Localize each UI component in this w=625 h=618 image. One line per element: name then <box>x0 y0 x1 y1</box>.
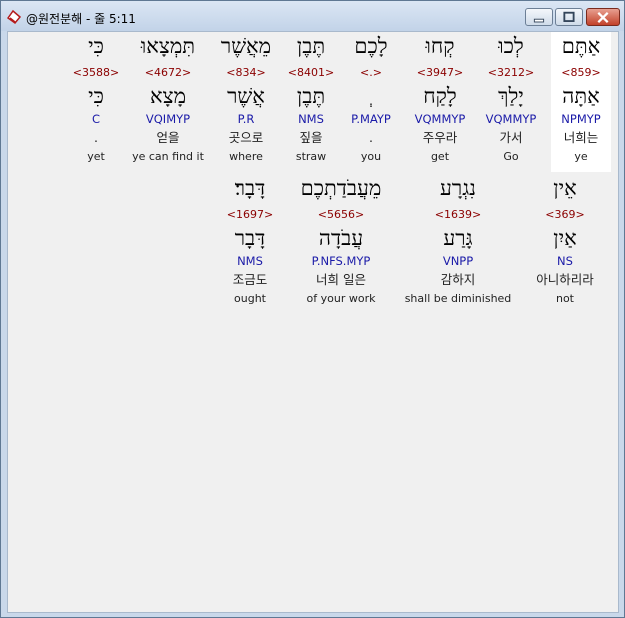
strong-number: <859> <box>561 66 601 79</box>
lemma: לָקַח <box>423 84 457 108</box>
korean-gloss: 감하지 <box>440 272 476 287</box>
strong-number: <834> <box>226 66 266 79</box>
parsing-code: C <box>91 112 101 126</box>
hebrew-word: כִּי <box>88 34 104 58</box>
title-bar[interactable]: @원전분해 - 줄 5:11 <box>1 1 624 31</box>
word-block[interactable]: מֵאֲשֶׁר <834> אֲשֶׁר P.R 곳으로 where <box>214 32 278 172</box>
korean-gloss: 아니하리라 <box>536 272 594 287</box>
parsing-code: P.NFS.MYP <box>311 254 371 268</box>
korean-gloss: 곳으로 <box>228 130 264 145</box>
word-block[interactable]: אֵין <369> אַיִן NS 아니하리라 not <box>520 174 610 314</box>
english-gloss: Go <box>503 150 519 163</box>
parsing-code: NS <box>557 254 573 268</box>
english-gloss: ye <box>574 150 588 163</box>
word-block[interactable]: תִּמְצָאוּ <4672> מָצָא VQIMYP 얻을 ye can… <box>128 32 208 172</box>
korean-gloss: 조금도 <box>232 272 268 287</box>
parsing-code: NMS <box>298 112 324 126</box>
english-gloss: ought <box>234 292 266 305</box>
word-block[interactable]: קְחוּ <3947> לָקַח VQMMYP 주우라 get <box>405 32 475 172</box>
parsing-code: VQMMYP <box>485 112 537 126</box>
korean-gloss: 짚을 <box>299 130 323 145</box>
hebrew-word: לְכוּ <box>498 34 524 58</box>
korean-gloss: 얻을 <box>156 130 180 145</box>
hebrew-word: מֵעֲבֹדַתְכֶם <box>300 176 382 200</box>
strong-number: <5656> <box>317 208 365 221</box>
lemma: גָּרַע <box>443 226 473 250</box>
korean-gloss: 너희는 <box>563 130 599 145</box>
hebrew-word: תֶּבֶן <box>296 34 326 58</box>
korean-gloss: . <box>94 130 98 145</box>
lemma: מָצָא <box>149 84 187 108</box>
lemma: ְ <box>342 84 400 108</box>
strong-number: <3947> <box>416 66 464 79</box>
word-block[interactable]: דָּבָר׃ <1697> דָּבָר NMS 조금도 ought <box>220 174 280 314</box>
english-gloss: of your work <box>306 292 376 305</box>
english-gloss: not <box>555 292 574 305</box>
strong-number: <1697> <box>226 208 274 221</box>
parsing-code: P.R <box>237 112 255 126</box>
english-gloss: straw <box>295 150 327 163</box>
parsing-code: NMS <box>237 254 263 268</box>
lemma: כִּי <box>88 84 104 108</box>
close-icon <box>597 11 609 23</box>
strong-number: <8401> <box>287 66 335 79</box>
word-block[interactable]: לְכוּ <3212> יָלַךְ VQMMYP 가서 Go <box>480 32 542 172</box>
word-block[interactable]: אַתֶּם <859> אַתָּה NPMYP 너희는 ye <box>551 32 611 172</box>
strong-number: <1639> <box>434 208 482 221</box>
hebrew-word: נִגְרָע <box>440 176 476 200</box>
parsing-code: P.MAYP <box>351 112 391 126</box>
lemma: אֲשֶׁר <box>227 84 265 108</box>
maximize-icon <box>563 11 575 22</box>
lemma: אַתָּה <box>562 84 600 108</box>
hebrew-word: אַתֶּם <box>561 34 601 58</box>
close-button[interactable] <box>586 8 620 26</box>
strong-number: <3212> <box>487 66 535 79</box>
analysis-pane: אַתֶּם <859> אַתָּה NPMYP 너희는 ye לְכוּ <… <box>7 31 619 613</box>
korean-gloss: 너희 일은 <box>316 272 366 287</box>
lemma: עֲבֹדָה <box>318 226 364 250</box>
lemma: אַיִן <box>553 226 577 250</box>
strong-number: <4672> <box>144 66 192 79</box>
app-icon <box>6 9 22 25</box>
korean-gloss: 가서 <box>499 130 523 145</box>
english-gloss: you <box>360 150 382 163</box>
word-block[interactable]: לָכֶם <.> ְ P.MAYP . you <box>342 32 400 172</box>
english-gloss: yet <box>87 150 105 163</box>
parsing-code: NPMYP <box>561 112 601 126</box>
strong-number: <369> <box>545 208 585 221</box>
hebrew-word: לָכֶם <box>354 34 388 58</box>
hebrew-word: מֵאֲשֶׁר <box>220 34 272 58</box>
english-gloss: ye can find it <box>132 150 204 163</box>
word-block[interactable]: כִּי <3588> כִּי C . yet <box>70 32 122 172</box>
lemma: יָלַךְ <box>498 84 524 108</box>
maximize-button[interactable] <box>555 8 583 26</box>
minimize-button[interactable] <box>525 8 553 26</box>
minimize-icon <box>533 18 545 23</box>
hebrew-word: תִּמְצָאוּ <box>140 34 196 58</box>
parsing-code: VQMMYP <box>414 112 466 126</box>
english-gloss: get <box>430 150 450 163</box>
word-block[interactable]: תֶּבֶן <8401> תֶּבֶן NMS 짚을 straw <box>284 32 338 172</box>
korean-gloss: . <box>369 130 373 145</box>
main-window: @원전분해 - 줄 5:11 אַתֶּם <859> אַתָּה NPMYP… <box>0 0 625 618</box>
window-title: @원전분해 - 줄 5:11 <box>26 12 136 26</box>
parsing-code: VQIMYP <box>145 112 191 126</box>
word-block[interactable]: נִגְרָע <1639> גָּרַע VNPP 감하지 shall be … <box>398 174 518 314</box>
hebrew-word: דָּבָר׃ <box>234 176 266 200</box>
hebrew-word: קְחוּ <box>425 34 455 58</box>
english-gloss: where <box>229 150 263 163</box>
parsing-code: VNPP <box>442 254 474 268</box>
korean-gloss: 주우라 <box>422 130 458 145</box>
strong-number: <3588> <box>72 66 120 79</box>
lemma: תֶּבֶן <box>296 84 326 108</box>
word-block[interactable]: מֵעֲבֹדַתְכֶם <5656> עֲבֹדָה P.NFS.MYP 너… <box>286 174 396 314</box>
english-gloss: shall be diminished <box>404 292 512 305</box>
strong-number: <.> <box>360 66 382 79</box>
hebrew-word: אֵין <box>553 176 577 200</box>
lemma: דָּבָר <box>234 226 266 250</box>
